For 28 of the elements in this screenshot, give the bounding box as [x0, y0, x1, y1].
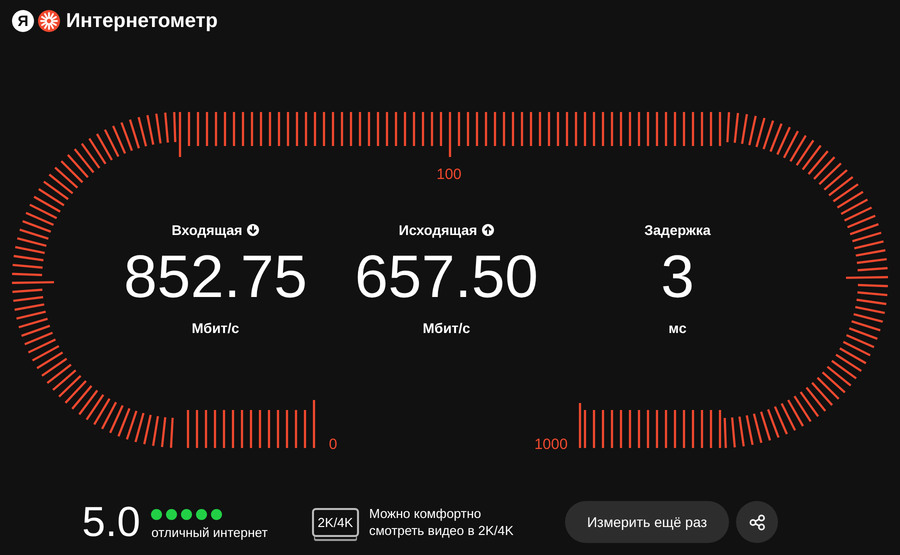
metric-unit: Мбит/с — [422, 320, 470, 336]
quality-text: Можно комфортно смотреть видео в 2K/4K — [369, 505, 515, 539]
scale-label: 100 — [436, 166, 462, 183]
metric-label: Задержка — [644, 222, 711, 238]
metric-value: 657.50 — [354, 242, 538, 312]
download-icon — [247, 224, 260, 236]
metric-label: Входящая — [172, 222, 242, 238]
retry-button[interactable]: Измерить ещё раз — [565, 501, 730, 543]
share-icon — [748, 514, 766, 530]
rating-dot — [166, 508, 178, 520]
metric-value: 3 — [660, 242, 694, 312]
upload-icon — [482, 224, 494, 236]
share-button[interactable] — [736, 501, 778, 543]
metric-unit: Мбит/с — [192, 320, 240, 336]
metric-value: 852.75 — [124, 242, 308, 312]
rating-dot — [211, 508, 222, 520]
scale-label: 0 — [328, 436, 338, 453]
rating-caption: отличный интернет — [151, 524, 268, 540]
metric-unit: мс — [668, 320, 686, 336]
metric-label: Исходящая — [398, 222, 478, 238]
scale-label: 1000 — [534, 436, 568, 453]
logo-icon — [38, 10, 60, 32]
app-title: Интернетометр — [66, 10, 218, 32]
rating-dot — [181, 508, 192, 520]
rating-score: 5.0 — [82, 500, 140, 544]
rating-dot — [151, 508, 162, 520]
rating-dot — [196, 508, 208, 520]
logo-letter: Я — [12, 10, 34, 32]
